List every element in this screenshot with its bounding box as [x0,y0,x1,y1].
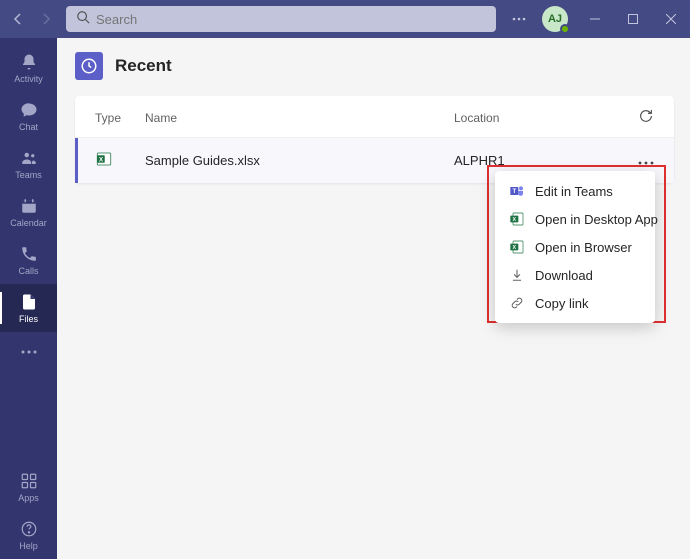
table-header: Type Name Location [75,96,674,137]
ctx-open-browser[interactable]: X Open in Browser [495,233,655,261]
ctx-download[interactable]: Download [495,261,655,289]
ctx-label: Download [535,268,593,283]
sidebar-label: Calls [18,266,38,276]
sidebar-item-teams[interactable]: Teams [0,140,57,188]
window-close[interactable] [652,0,690,38]
recent-icon [75,52,103,80]
ctx-label: Open in Desktop App [535,212,658,227]
sidebar-item-activity[interactable]: Activity [0,44,57,92]
context-menu: T Edit in Teams X Open in Desktop App X … [495,171,655,323]
help-icon [20,519,38,539]
phone-icon [20,244,38,264]
files-icon [20,292,38,312]
header-type[interactable]: Type [95,111,145,125]
excel-app-icon: X [509,211,525,227]
sidebar-item-files[interactable]: Files [0,284,57,332]
avatar-initials: AJ [548,13,562,25]
title-more[interactable] [504,0,534,38]
svg-text:X: X [513,217,517,223]
sidebar-label: Chat [19,122,38,132]
nav-forward[interactable] [32,0,60,38]
ctx-edit-in-teams[interactable]: T Edit in Teams [495,177,655,205]
teams-icon [20,148,38,168]
sidebar-item-help[interactable]: Help [0,511,57,559]
avatar[interactable]: AJ [542,6,568,32]
window-maximize[interactable] [614,0,652,38]
sidebar-label: Calendar [10,218,47,228]
titlebar: AJ [0,0,690,38]
sidebar-label: Apps [18,493,39,503]
refresh-button[interactable] [638,108,654,127]
sidebar-label: Help [19,541,38,551]
presence-indicator [560,24,570,34]
more-icon [21,342,37,362]
calendar-icon [20,196,38,216]
chat-icon [20,100,38,120]
ctx-copy-link[interactable]: Copy link [495,289,655,317]
sidebar-item-calendar[interactable]: Calendar [0,188,57,236]
sidebar-item-apps[interactable]: Apps [0,463,57,511]
sidebar-item-calls[interactable]: Calls [0,236,57,284]
search-box[interactable] [66,6,496,32]
link-icon [509,295,525,311]
ctx-label: Edit in Teams [535,184,613,199]
teams-app-icon: T [509,183,525,199]
sidebar: Activity Chat Teams Calendar Calls [0,38,57,559]
svg-text:X: X [513,245,517,251]
header-name[interactable]: Name [145,111,454,125]
search-input[interactable] [96,12,486,27]
excel-file-icon: X [95,156,113,171]
search-icon [76,10,90,29]
sidebar-more[interactable] [0,332,57,372]
bell-icon [20,52,38,72]
download-icon [509,267,525,283]
header-location[interactable]: Location [454,111,614,125]
file-name: Sample Guides.xlsx [145,153,454,168]
apps-icon [20,471,38,491]
sidebar-label: Teams [15,170,42,180]
sidebar-label: Activity [14,74,43,84]
excel-app-icon: X [509,239,525,255]
ctx-open-desktop[interactable]: X Open in Desktop App [495,205,655,233]
content: Recent Type Name Location X Sa [57,38,690,559]
ctx-label: Open in Browser [535,240,632,255]
svg-text:X: X [99,157,103,163]
window-minimize[interactable] [576,0,614,38]
page-title: Recent [115,56,172,76]
sidebar-item-chat[interactable]: Chat [0,92,57,140]
sidebar-label: Files [19,314,38,324]
ctx-label: Copy link [535,296,588,311]
svg-text:T: T [512,189,516,195]
nav-back[interactable] [4,0,32,38]
